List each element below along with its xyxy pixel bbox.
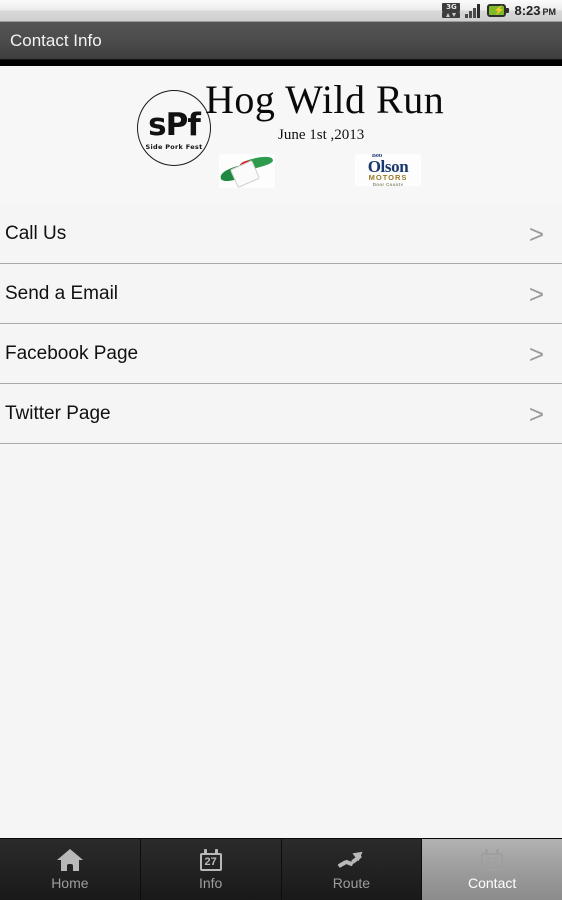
side-pork-fest-logo: sPf Side Pork Fest: [137, 90, 211, 166]
tab-label: Contact: [468, 875, 517, 891]
battery-charging-icon: ⚡: [487, 4, 510, 17]
tab-contact[interactable]: 27 Contact: [422, 839, 562, 900]
chevron-right-icon: >: [528, 218, 544, 249]
calendar-icon: 27: [481, 848, 504, 872]
list-item-call-us[interactable]: Call Us >: [0, 204, 562, 264]
tab-label: Route: [332, 875, 371, 891]
olson-county-text: Door County: [372, 182, 404, 186]
chevron-right-icon: >: [528, 398, 544, 429]
3g-data-arrows: [442, 12, 461, 18]
tab-label: Home: [51, 875, 89, 891]
olson-motors-logo: Bob Olson MOTORS Door County: [355, 154, 421, 186]
clock-meridiem: PM: [542, 7, 557, 17]
bottom-tab-bar: Home 27 Info Route 27 Contact: [0, 838, 562, 900]
tab-info[interactable]: 27 Info: [140, 839, 282, 900]
pepper-sponsor-logo: [219, 154, 275, 188]
spf-logo-mark: sPf: [148, 106, 201, 143]
route-arrow-icon: [337, 847, 366, 872]
spf-logo-subtitle: Side Pork Fest: [145, 142, 203, 151]
list-item-label: Twitter Page: [5, 402, 111, 424]
event-date: June 1st ,2013: [278, 127, 365, 143]
signal-bars-icon: [465, 3, 482, 18]
chevron-right-icon: >: [528, 278, 544, 309]
tab-route[interactable]: Route: [281, 839, 423, 900]
contact-options-list: Call Us > Send a Email > Facebook Page >…: [0, 204, 562, 838]
list-item-twitter-page[interactable]: Twitter Page >: [0, 384, 562, 444]
list-item-label: Facebook Page: [5, 342, 139, 364]
page-title: Contact Info: [10, 30, 102, 50]
tab-label: Info: [198, 875, 223, 891]
list-item-label: Call Us: [5, 222, 67, 244]
status-bar-clock: 8:23 PM: [514, 3, 556, 18]
chevron-right-icon: >: [528, 338, 544, 369]
tab-home[interactable]: Home: [0, 839, 141, 900]
status-bar: 3G ⚡ 8:23 PM: [0, 0, 562, 22]
calendar-day-number: 27: [486, 855, 499, 868]
event-title: Hog Wild Run: [205, 77, 445, 122]
calendar-icon: 27: [199, 848, 222, 872]
list-item-facebook-page[interactable]: Facebook Page >: [0, 324, 562, 384]
clock-time: 8:23: [514, 3, 541, 18]
3g-label: 3G: [442, 3, 461, 12]
home-icon: [56, 848, 83, 872]
calendar-day-number: 27: [204, 855, 217, 868]
event-banner: sPf Side Pork Fest Hog Wild Run June 1st…: [0, 66, 562, 204]
title-bar: Contact Info: [0, 22, 562, 60]
olson-motors-text: MOTORS: [368, 173, 408, 182]
app-root: 3G ⚡ 8:23 PM Contact Info sPf Side Pork F…: [0, 0, 562, 900]
list-item-label: Send a Email: [5, 282, 119, 304]
list-item-send-a-email[interactable]: Send a Email >: [0, 264, 562, 324]
3g-icon: 3G: [442, 3, 461, 18]
